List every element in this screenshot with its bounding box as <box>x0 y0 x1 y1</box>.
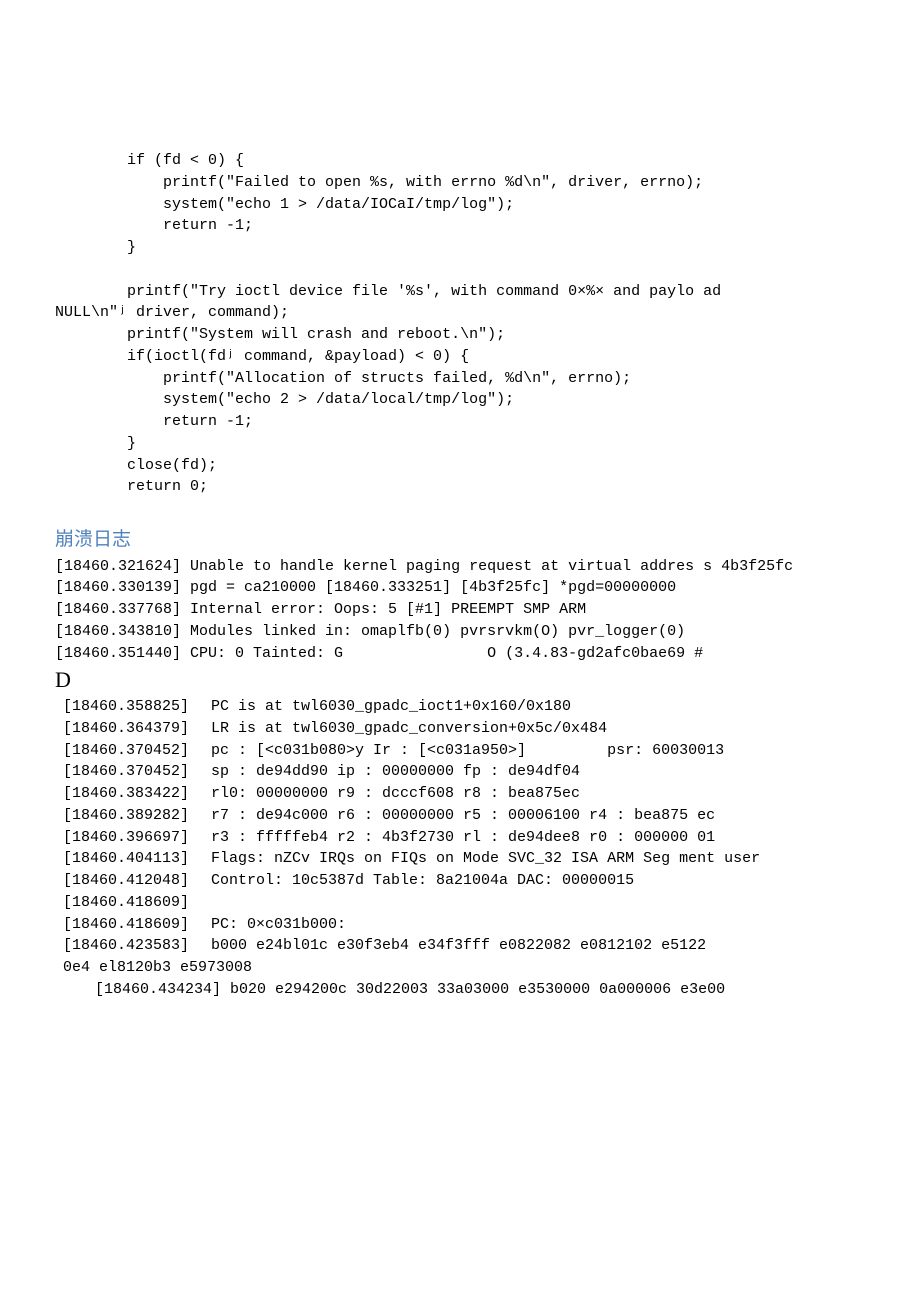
log-message <box>211 892 865 914</box>
drop-letter-d: D <box>55 664 865 696</box>
log-timestamp: [18460.418609] <box>63 914 205 936</box>
log-timestamp: [18460.412048] <box>63 870 205 892</box>
log-message: PC: 0×c031b000: <box>211 914 865 936</box>
log-timestamp: [18460.389282] <box>63 805 205 827</box>
log-message: Control: 10c5387d Table: 8a21004a DAC: 0… <box>211 870 865 892</box>
log-message: b000 e24bl01c e30f3eb4 e34f3fff e0822082… <box>211 935 865 957</box>
log-timestamp: [18460.370452] <box>63 740 205 762</box>
document-page: if (fd < 0) { printf("Failed to open %s,… <box>0 0 920 1061</box>
code-snippet: if (fd < 0) { printf("Failed to open %s,… <box>55 150 865 498</box>
log-message: LR is at twl6030_gpadc_conversion+0x5c/0… <box>211 718 865 740</box>
log-timestamp: [18460.423583] <box>63 935 205 957</box>
log-timestamp: [18460.364379] <box>63 718 205 740</box>
log-message: pc : [<c031b080>y Ir : [<c031a950>] psr:… <box>211 740 865 762</box>
log-message: Flags: nZCv IRQs on FIQs on Mode SVC_32 … <box>211 848 865 870</box>
crash-log-head: [18460.321624] Unable to handle kernel p… <box>55 556 865 665</box>
log-timestamp: [18460.404113] <box>63 848 205 870</box>
crash-log-heading: 崩溃日志 <box>55 526 865 554</box>
log-timestamp: [18460.358825] <box>63 696 205 718</box>
crash-log-indent: [18460.434234] b020 e294200c 30d22003 33… <box>95 979 865 1001</box>
log-message: PC is at twl6030_gpadc_ioct1+0x160/0x180 <box>211 696 865 718</box>
log-message: sp : de94dd90 ip : 00000000 fp : de94df0… <box>211 761 865 783</box>
log-message: rl0: 00000000 r9 : dcccf608 r8 : bea875e… <box>211 783 865 805</box>
log-timestamp: [18460.418609] <box>63 892 205 914</box>
log-message: r7 : de94c000 r6 : 00000000 r5 : 0000610… <box>211 805 865 827</box>
log-timestamp: [18460.383422] <box>63 783 205 805</box>
log-timestamp: [18460.396697] <box>63 827 205 849</box>
log-timestamp: [18460.370452] <box>63 761 205 783</box>
log-message: r3 : fffffeb4 r2 : 4b3f2730 rl : de94dee… <box>211 827 865 849</box>
crash-log-tail: 0e4 el8120b3 e5973008 <box>63 957 865 979</box>
crash-log-body: [18460.358825] PC is at twl6030_gpadc_ioc… <box>63 696 865 957</box>
